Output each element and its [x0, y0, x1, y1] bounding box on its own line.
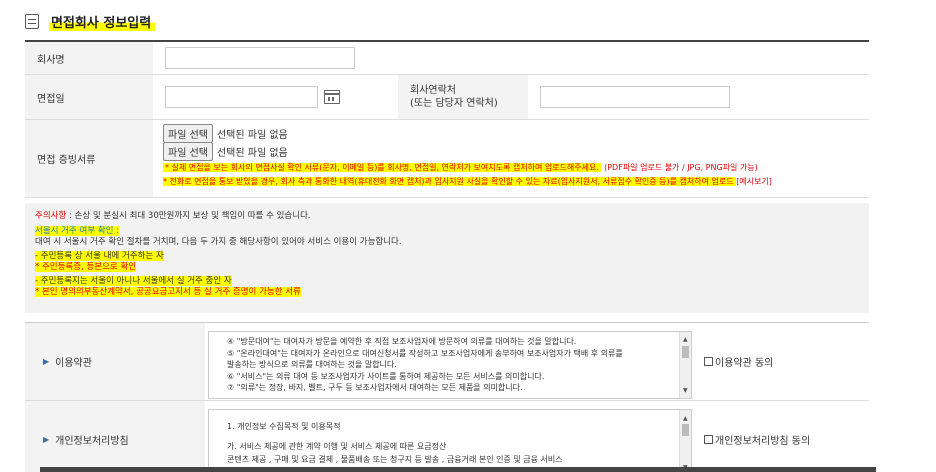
privacy-line	[227, 433, 673, 440]
interview-date-row: 면접일 회사연락처 (또는 담당자 연락처)	[25, 75, 869, 120]
company-contact-label-line1: 회사연락처	[410, 85, 456, 96]
usage-line: ⑤ "온라인대여"는 대여자가 온라인으로 대여신청서를 작성하고 보조사업자에…	[227, 348, 623, 358]
triangle-right-icon: ▶	[43, 435, 50, 444]
privacy-agree-label: 개인정보처리방침 동의	[715, 436, 811, 447]
page-header: 면접회사 정보입력	[25, 10, 156, 32]
case-2: - 주민등록지는 서울이 아니나 서울에서 실 거주 중인 자	[35, 276, 232, 286]
company-contact-label-line2: (또는 담당자 연락처)	[410, 98, 498, 109]
no-file-text-1: 선택된 파일 없음	[216, 129, 288, 141]
evidence-note-2-main: * 전화로 면접을 통보 받았을 경우, 회사 측과 통화한 내역(휴대전화 화…	[163, 177, 737, 186]
evidence-note-2: * 전화로 면접을 통보 받았을 경우, 회사 측과 통화한 내역(휴대전화 화…	[163, 176, 869, 187]
usage-line: ⑦ "의류"는 정장, 바지, 벨트, 구두 등 보조사업자에서 대여하는 모든…	[227, 383, 523, 392]
evidence-note-1-extra: (PDF파일 업로드 불가 / JPG, PNG파일 가능)	[604, 163, 758, 172]
privacy-agree[interactable]: 개인정보처리방침 동의	[692, 401, 810, 472]
caution-line: 주의사항 : 손상 및 분실시 최대 30만원까지 보상 및 책임이 따를 수 …	[35, 211, 859, 222]
usage-terms-label: ▶ 이용약관	[25, 323, 205, 400]
page-title: 면접회사 정보입력	[49, 11, 156, 31]
usage-line: ⑥ "서비스"는 의류 대여 등 보조사업자가 사이트를 통하여 제공하는 모든…	[227, 371, 545, 381]
scroll-thumb[interactable]	[682, 346, 689, 358]
bottom-divider	[40, 467, 876, 472]
triangle-right-icon: ▶	[43, 357, 50, 366]
caution-label: 주의사항	[35, 211, 67, 221]
calendar-icon[interactable]	[324, 90, 340, 104]
company-name-input[interactable]	[165, 47, 355, 69]
case-1-note: * 주민등록증, 등본으로 확인	[35, 262, 137, 272]
residence-title: 서울시 거주 여부 확인 :	[35, 226, 120, 236]
usage-agree-checkbox[interactable]	[704, 357, 713, 366]
company-contact-label: 회사연락처 (또는 담당자 연락처)	[398, 75, 528, 119]
privacy-line: 콘텐츠 제공 , 구매 및 요금 결제 , 물품배송 또는 청구지 등 발송 ,…	[227, 455, 563, 464]
usage-line: 발송하는 방식으로 의류를 대여하는 것을 말합니다.	[227, 360, 397, 369]
company-name-row: 회사명	[25, 42, 869, 75]
interview-date-input[interactable]	[165, 86, 318, 108]
scrollbar[interactable]: ▲ ▼	[679, 332, 691, 398]
file-upload-1: 파일 선택 선택된 파일 없음	[163, 123, 869, 143]
evidence-row: 면접 증빙서류 파일 선택 선택된 파일 없음 파일 선택 선택된 파일 없음 …	[25, 120, 869, 198]
evidence-label: 면접 증빙서류	[25, 120, 153, 197]
usage-terms-textbox[interactable]: ④ "방문대여"는 대여자가 방문을 예약한 후 직접 보조사업자에 방문하여 …	[208, 331, 692, 399]
evidence-note-1: * 실제 면접을 보는 회사의 면접사실 확인 서류(문자, 이메일 등)를 회…	[163, 162, 869, 173]
scroll-thumb[interactable]	[682, 424, 689, 436]
usage-agree-label: 이용약관 동의	[715, 358, 774, 369]
company-name-label: 회사명	[25, 42, 153, 74]
company-info-form: 회사명 면접일 회사연락처 (또는 담당자 연락처) 면접 증빙서류 파일 선택…	[25, 40, 869, 198]
scroll-up-icon[interactable]: ▲	[683, 334, 688, 346]
no-file-text-2: 선택된 파일 없음	[216, 147, 288, 159]
file-select-button-2[interactable]: 파일 선택	[163, 141, 213, 161]
case-1: - 주민등록 상 서울 내에 거주하는 자	[35, 251, 164, 261]
usage-agree[interactable]: 이용약관 동의	[692, 323, 773, 400]
terms-section: ▶ 이용약관 ④ "방문대여"는 대여자가 방문을 예약한 후 직접 보조사업자…	[25, 322, 869, 472]
privacy-line: 가. 서비스 제공에 관한 계약 이행 및 서비스 제공에 따른 요금정산	[227, 442, 447, 451]
case-2-note: * 본인 명의의부동산계약서, 공공요금고지서 등 실 거주 증명이 가능한 서…	[35, 287, 301, 297]
privacy-textbox[interactable]: 1. 개인정보 수집목적 및 이용목적 가. 서비스 제공에 관한 계약 이행 …	[208, 409, 692, 472]
example-link[interactable]: [예시보기]	[736, 177, 772, 186]
checklist-icon	[25, 13, 39, 29]
scroll-down-icon[interactable]: ▼	[683, 385, 688, 397]
privacy-row: ▶ 개인정보처리방침 1. 개인정보 수집목적 및 이용목적 가. 서비스 제공…	[25, 401, 869, 472]
interview-date-label: 면접일	[25, 75, 153, 119]
company-contact-input[interactable]	[540, 86, 730, 108]
privacy-label: ▶ 개인정보처리방침	[25, 401, 205, 472]
privacy-agree-checkbox[interactable]	[704, 435, 713, 444]
file-upload-2: 파일 선택 선택된 파일 없음	[163, 141, 869, 161]
notice-box: 주의사항 : 손상 및 분실시 최대 30만원까지 보상 및 책임이 따를 수 …	[25, 203, 869, 313]
privacy-line: 1. 개인정보 수집목적 및 이용목적	[227, 422, 341, 431]
file-select-button-1[interactable]: 파일 선택	[163, 123, 213, 143]
caution-text: : 손상 및 분실시 최대 30만원까지 보상 및 책임이 따를 수 있습니다.	[66, 211, 311, 221]
residence-desc: 대여 시 서울시 거주 확인 절차를 거치며, 다음 두 가지 중 해당사항이 …	[35, 237, 402, 247]
scrollbar[interactable]: ▲ ▼	[679, 410, 691, 472]
usage-terms-row: ▶ 이용약관 ④ "방문대여"는 대여자가 방문을 예약한 후 직접 보조사업자…	[25, 323, 869, 401]
usage-line: ④ "방문대여"는 대여자가 방문을 예약한 후 직접 보조사업자에 방문하여 …	[227, 337, 577, 346]
evidence-note-1-main: * 실제 면접을 보는 회사의 면접사실 확인 서류(문자, 이메일 등)를 회…	[163, 163, 601, 172]
